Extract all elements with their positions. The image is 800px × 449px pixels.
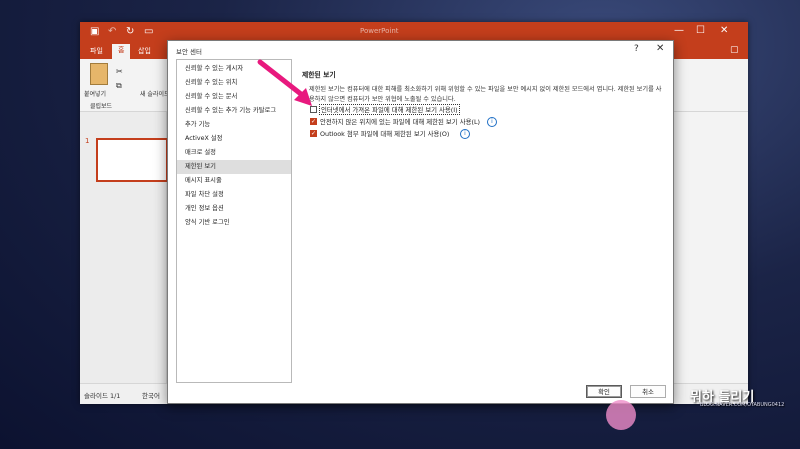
status-language[interactable]: 한국어 [142,390,160,400]
tab-file[interactable]: 파일 [84,45,109,57]
nav-activex[interactable]: ActiveX 설정 [177,132,291,146]
info-icon[interactable]: i [460,129,470,139]
internet-files-label[interactable]: 인터넷에서 가져온 파일에 대해 제한된 보기 사용(I) [319,104,460,115]
paste-icon[interactable] [90,63,108,85]
nav-form-sign-in[interactable]: 양식 기반 로그인 [177,216,291,230]
ppt-titlebar: ▣ ↶ ↻ ▭ PowerPoint — ☐ ✕ [80,22,748,42]
ok-button[interactable]: 확인 [586,385,622,398]
present-icon[interactable]: ▭ [144,26,153,37]
ppt-window-title: PowerPoint [360,27,399,35]
protected-view-panel: 제한된 보기 제한된 보기는 컴퓨터에 대한 피해를 최소화하기 위해 위험할 … [302,59,667,381]
outlook-attachments-checkbox[interactable]: ✓ [310,130,317,137]
undo-icon[interactable]: ↶ [108,26,116,37]
annotation-arrow-icon [257,59,312,106]
redo-icon[interactable]: ↻ [126,26,134,37]
clipboard-group-label: 클립보드 [90,103,113,110]
close-button[interactable]: ✕ [656,43,664,54]
outlook-attachments-label[interactable]: Outlook 첨부 파일에 대해 제한된 보기 사용(O) [320,129,449,138]
trust-center-dialog: 보안 센터 ? ✕ 신뢰할 수 있는 게시자 신뢰할 수 있는 위치 신뢰할 수… [167,40,674,404]
cancel-button[interactable]: 취소 [630,385,666,398]
watermark-url: BLOG.NAVER.COM/OYABUNG0412 [700,402,785,408]
nav-macro-settings[interactable]: 매크로 설정 [177,146,291,160]
unsafe-locations-checkbox[interactable]: ✓ [310,118,317,125]
maximize-icon[interactable]: ☐ [696,25,705,36]
slide-thumbnail-pane: 1 [80,112,168,384]
close-window-icon[interactable]: ✕ [720,25,728,36]
cut-icon[interactable]: ✂ [116,67,123,76]
paste-label[interactable]: 붙여넣기 [84,89,106,98]
status-slide: 슬라이드 1/1 [84,392,121,400]
new-slide-label[interactable]: 새 슬라이드 [140,89,170,98]
minimize-icon[interactable]: — [674,25,684,36]
nav-protected-view[interactable]: 제한된 보기 [177,160,291,174]
comment-icon[interactable]: ▢ [730,45,739,55]
help-button[interactable]: ? [634,44,639,54]
nav-message-bar[interactable]: 메시지 표시줄 [177,174,291,188]
slide-number: 1 [85,137,90,145]
tab-insert[interactable]: 삽입 [132,45,157,57]
slide-thumbnail[interactable] [96,138,168,182]
nav-addins[interactable]: 추가 기능 [177,118,291,132]
nav-file-block[interactable]: 파일 차단 설정 [177,188,291,202]
unsafe-locations-label[interactable]: 안전하지 않은 위치에 있는 파일에 대해 제한된 보기 사용(L) [320,117,480,126]
nav-privacy-options[interactable]: 개인 정보 옵션 [177,202,291,216]
tab-home[interactable]: 홈 [112,44,131,59]
dialog-title: 보안 센터 [176,48,202,56]
copy-icon[interactable]: ⧉ [116,81,122,91]
click-indicator [606,400,636,430]
save-icon[interactable]: ▣ [90,26,99,37]
info-icon[interactable]: i [487,117,497,127]
section-description: 제한된 보기는 컴퓨터에 대한 피해를 최소화하기 위해 위험할 수 있는 파일… [309,86,662,103]
